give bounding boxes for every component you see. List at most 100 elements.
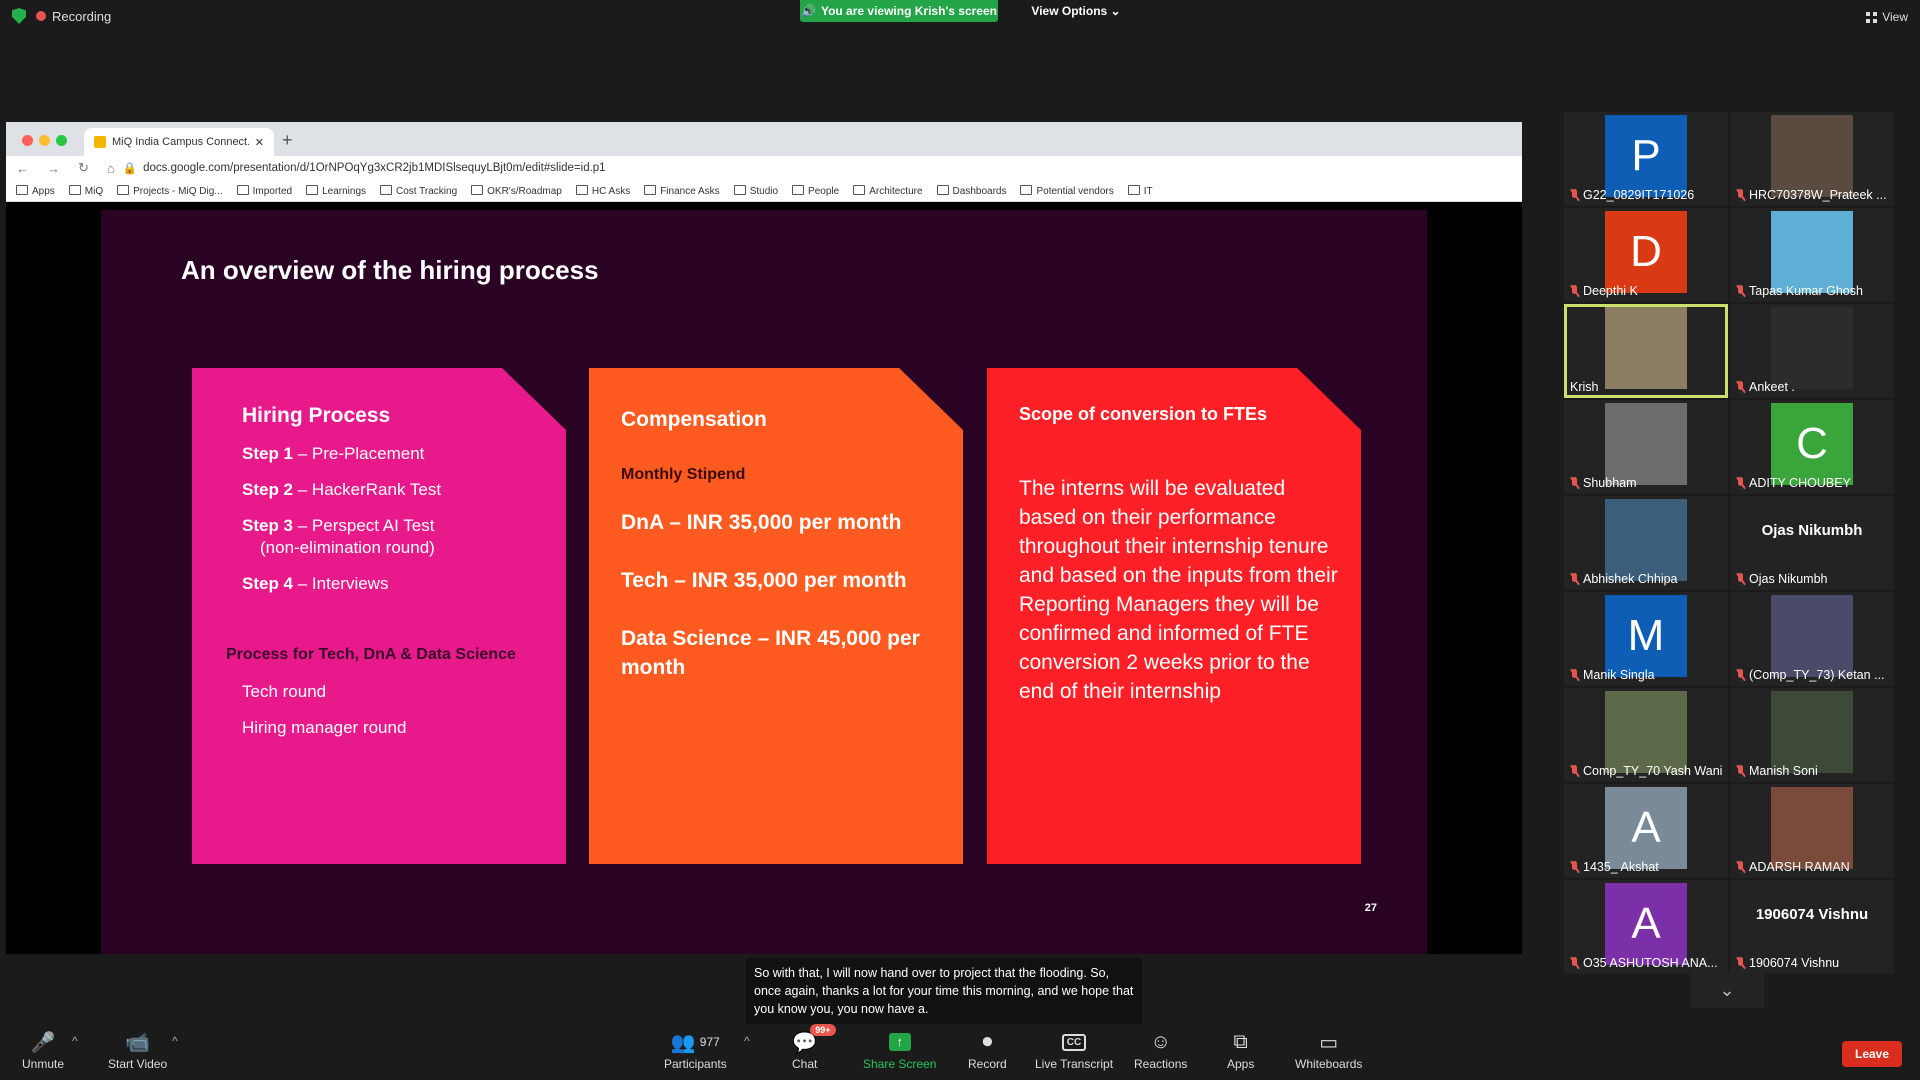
chat-button[interactable]: 💬 99+ Chat (792, 1024, 836, 1071)
participant-tile[interactable]: P G22_0829IT171026 (1564, 112, 1728, 206)
participant-name: O35 ASHUTOSH ANA... (1570, 956, 1718, 970)
bookmark-item[interactable]: Apps (16, 185, 55, 197)
muted-mic-icon (1736, 285, 1745, 297)
muted-mic-icon (1570, 477, 1579, 489)
video-options-caret-icon[interactable]: ^ (172, 1034, 178, 1048)
step-1: Step 1 – Pre-Placement (242, 444, 424, 464)
back-icon[interactable]: ← (16, 161, 29, 176)
participant-tile[interactable]: ADARSH RAMAN (1730, 784, 1894, 878)
bookmark-item[interactable]: IT (1128, 185, 1153, 197)
participants-button[interactable]: 👥 977 Participants (664, 1030, 727, 1072)
muted-mic-icon (1736, 765, 1745, 777)
participant-tile[interactable]: Shubham (1564, 400, 1728, 494)
participant-tile[interactable]: Ankeet . (1730, 304, 1894, 398)
participant-tile[interactable]: (Comp_TY_73) Ketan ... (1730, 592, 1894, 686)
bookmark-item[interactable]: Studio (734, 185, 778, 197)
gallery-scroll-down-button[interactable]: ⌄ (1690, 972, 1764, 1008)
bookmark-item[interactable]: Imported (237, 185, 292, 197)
muted-mic-icon (1736, 669, 1745, 681)
address-bar[interactable]: ← → ↻ ⌂ 🔒 docs.google.com/presentation/d… (6, 156, 1522, 180)
step-2-key: Step 2 (242, 480, 294, 499)
new-tab-icon[interactable]: + (282, 130, 293, 151)
security-shield-icon[interactable] (12, 8, 26, 24)
slide-title: An overview of the hiring process (181, 255, 599, 285)
participant-avatar (1605, 499, 1687, 581)
tab-title: MiQ India Campus Connect.pp (112, 136, 249, 148)
start-video-button[interactable]: 📹 Start Video (108, 1030, 167, 1072)
participant-name: Abhishek Chhipa (1570, 572, 1678, 586)
share-screen-button[interactable]: ↑ Share Screen (863, 1030, 936, 1071)
apps-button[interactable]: ⧉ Apps (1227, 1030, 1254, 1072)
card1-heading: Hiring Process (242, 404, 391, 427)
participant-tile[interactable]: 1906074 Vishnu 1906074 Vishnu (1730, 880, 1894, 974)
view-button[interactable]: View (1866, 10, 1908, 24)
chevron-down-icon: ⌄ (1107, 4, 1121, 18)
close-window-icon[interactable] (22, 135, 33, 146)
step-2: Step 2 – HackerRank Test (242, 480, 441, 500)
participant-name: G22_0829IT171026 (1570, 188, 1694, 202)
bookmark-item[interactable]: OKR's/Roadmap (471, 185, 562, 197)
meeting-toolbar: 🎤 Unmute ^ 📹 Start Video ^ 👥 977 Participant… (0, 1024, 1920, 1080)
recording-dot-icon (36, 10, 46, 21)
participant-name-text: Tapas Kumar Ghosh (1749, 284, 1863, 298)
bookmark-item[interactable]: MiQ (69, 185, 103, 197)
participant-name-text: Krish (1570, 380, 1599, 394)
bookmark-item[interactable]: Potential vendors (1020, 185, 1113, 197)
participant-tile[interactable]: Ojas Nikumbh Ojas Nikumbh (1730, 496, 1894, 590)
participant-tile[interactable]: D Deepthi K (1564, 208, 1728, 302)
video-off-icon: 📹 (125, 1031, 151, 1054)
participant-tile[interactable]: Comp_TY_70 Yash Wani (1564, 688, 1728, 782)
participant-tile[interactable]: C ADITY CHOUBEY (1730, 400, 1894, 494)
home-icon[interactable]: ⌂ (107, 161, 115, 176)
hiring-process-card: Hiring Process Step 1 – Pre-Placement St… (192, 368, 566, 864)
participant-name-text: ADARSH RAMAN (1749, 860, 1850, 874)
browser-tab[interactable]: MiQ India Campus Connect.pp ✕ (84, 128, 274, 156)
view-options-label: View Options (1031, 4, 1108, 18)
whiteboards-button[interactable]: ▭ Whiteboards (1295, 1030, 1362, 1072)
muted-mic-icon (1570, 861, 1579, 873)
record-button[interactable]: ⏺ Record (968, 1030, 1007, 1072)
participant-avatar: C (1771, 403, 1853, 485)
bookmark-item[interactable]: People (792, 185, 839, 197)
participant-tile[interactable]: M Manik Singla (1564, 592, 1728, 686)
participant-tile[interactable]: A O35 ASHUTOSH ANA... (1564, 880, 1728, 974)
tab-close-icon[interactable]: ✕ (255, 136, 264, 149)
bookmark-item[interactable]: Architecture (853, 185, 922, 197)
participant-name-text: HRC70378W_Prateek ... (1749, 188, 1887, 202)
view-options-button[interactable]: View Options ⌄ (1014, 0, 1138, 22)
step-2-value: – HackerRank Test (293, 480, 442, 499)
bookmark-item[interactable]: HC Asks (576, 185, 630, 197)
participant-tile[interactable]: Krish (1564, 304, 1728, 398)
bookmark-item[interactable]: Cost Tracking (380, 185, 457, 197)
viewing-screen-banner: 🔊 You are viewing Krish's screen (800, 0, 998, 22)
participant-name: ADARSH RAMAN (1736, 860, 1850, 874)
url-text[interactable]: docs.google.com/presentation/d/1OrNPOqYg… (143, 162, 606, 174)
leave-button[interactable]: Leave (1842, 1041, 1902, 1067)
bookmark-item[interactable]: Projects - MiQ Dig... (117, 185, 222, 197)
muted-mic-icon (1736, 189, 1745, 201)
maximize-window-icon[interactable] (56, 135, 67, 146)
step-3-value: – Perspect AI Test (293, 516, 435, 535)
minimize-window-icon[interactable] (39, 135, 50, 146)
audio-options-caret-icon[interactable]: ^ (72, 1034, 78, 1048)
recording-label: Recording (52, 8, 112, 24)
participant-tile[interactable]: Abhishek Chhipa (1564, 496, 1728, 590)
participants-caret-icon[interactable]: ^ (744, 1034, 750, 1048)
recording-indicator[interactable]: Recording (12, 8, 111, 24)
participant-tile[interactable]: Manish Soni (1730, 688, 1894, 782)
reactions-button[interactable]: ☺ Reactions (1134, 1030, 1187, 1072)
participant-tile[interactable]: A 1435_ Akshat (1564, 784, 1728, 878)
bookmark-item[interactable]: Dashboards (937, 185, 1007, 197)
bookmark-item[interactable]: Finance Asks (644, 185, 719, 197)
unmute-button[interactable]: 🎤 Unmute (22, 1030, 64, 1072)
participant-avatar (1771, 787, 1853, 869)
live-transcript-button[interactable]: CC Live Transcript (1035, 1030, 1113, 1071)
chevron-down-icon: ⌄ (1719, 979, 1735, 1000)
participant-tile[interactable]: Tapas Kumar Ghosh (1730, 208, 1894, 302)
participant-tile[interactable]: HRC70378W_Prateek ... (1730, 112, 1894, 206)
reload-icon[interactable]: ↻ (78, 160, 89, 176)
participant-count: 977 (699, 1035, 720, 1049)
shared-screen[interactable]: MiQ India Campus Connect.pp ✕ + ← → ↻ ⌂ … (6, 122, 1522, 954)
forward-icon[interactable]: → (47, 161, 60, 176)
bookmark-item[interactable]: Learnings (306, 185, 366, 197)
